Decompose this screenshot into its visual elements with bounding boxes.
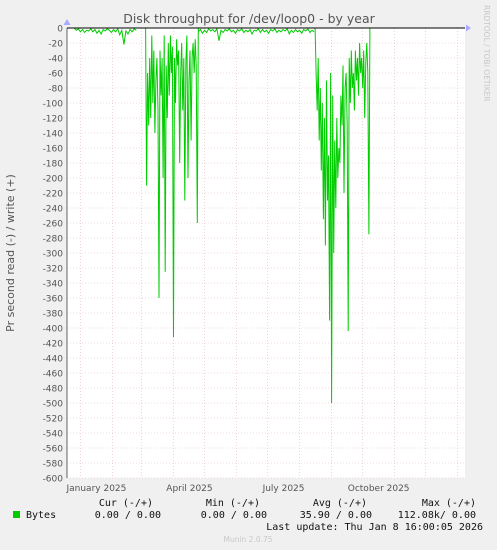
legend-avg-bytes: 35.90 / 0.00: [300, 510, 372, 521]
y-tick-label: -80: [48, 85, 63, 95]
legend-header-min: Min (-/+): [206, 498, 260, 509]
y-tick-label: -440: [43, 355, 64, 365]
y-axis-label: Pr second read (-) / write (+): [4, 174, 17, 332]
legend-header-avg: Avg (-/+): [313, 498, 367, 509]
y-tick-label: -400: [43, 325, 64, 335]
y-tick-label: -260: [43, 220, 64, 230]
y-tick-label: -560: [43, 445, 64, 455]
munin-version: Munin 2.0.75: [223, 535, 272, 544]
x-tick-label: April 2025: [166, 484, 212, 494]
disk-throughput-chart: 0 -20 -40 -60 -80 -100 -120 -140 -160 -180 -200 -22…: [0, 0, 497, 550]
y-tick-label: -340: [43, 280, 64, 290]
y-tick-label: -520: [43, 415, 64, 425]
y-tick-label: -120: [43, 115, 64, 125]
y-tick-label: -420: [43, 340, 64, 350]
y-tick-label: -540: [43, 430, 64, 440]
y-tick-label: -20: [48, 40, 63, 50]
y-tick-label: -240: [43, 205, 64, 215]
x-tick-label: October 2025: [348, 484, 410, 494]
y-tick-label: -180: [43, 160, 64, 170]
legend-swatch-bytes: [13, 511, 20, 518]
y-tick-label: -160: [43, 145, 64, 155]
y-tick-label: -500: [43, 400, 64, 410]
legend-header-max: Max (-/+): [422, 498, 476, 509]
y-tick-label: -460: [43, 370, 64, 380]
y-tick-label: -300: [43, 250, 64, 260]
y-tick-label: -320: [43, 265, 64, 275]
y-tick-label: -380: [43, 310, 64, 320]
y-tick-label: -140: [43, 130, 64, 140]
y-tick-label: -360: [43, 295, 64, 305]
y-tick-label: 0: [57, 25, 63, 35]
y-tick-label: -200: [43, 175, 64, 185]
y-tick-label: -480: [43, 385, 64, 395]
y-tick-label: -60: [48, 70, 63, 80]
x-tick-label: July 2025: [262, 484, 305, 494]
y-tick-label: -580: [43, 460, 64, 470]
legend-label-bytes: Bytes: [26, 510, 56, 521]
y-tick-label: -600: [43, 475, 64, 485]
last-update: Last update: Thu Jan 8 16:00:05 2026: [266, 522, 483, 533]
legend-min-bytes: 0.00 / 0.00: [201, 510, 267, 521]
x-tick-label: January 2025: [65, 484, 126, 494]
legend-header-cur: Cur (-/+): [99, 498, 153, 509]
rrdtool-credit: RRDTOOL / TOBI OETIKER: [482, 5, 491, 102]
y-tick-label: -280: [43, 235, 64, 245]
y-tick-label: -220: [43, 190, 64, 200]
y-tick-label: -40: [48, 55, 63, 65]
y-tick-label: -100: [43, 100, 64, 110]
legend-max-bytes: 112.08k/ 0.00: [398, 510, 476, 521]
legend-cur-bytes: 0.00 / 0.00: [95, 510, 161, 521]
chart-title: Disk throughput for /dev/loop0 - by year: [123, 11, 375, 26]
